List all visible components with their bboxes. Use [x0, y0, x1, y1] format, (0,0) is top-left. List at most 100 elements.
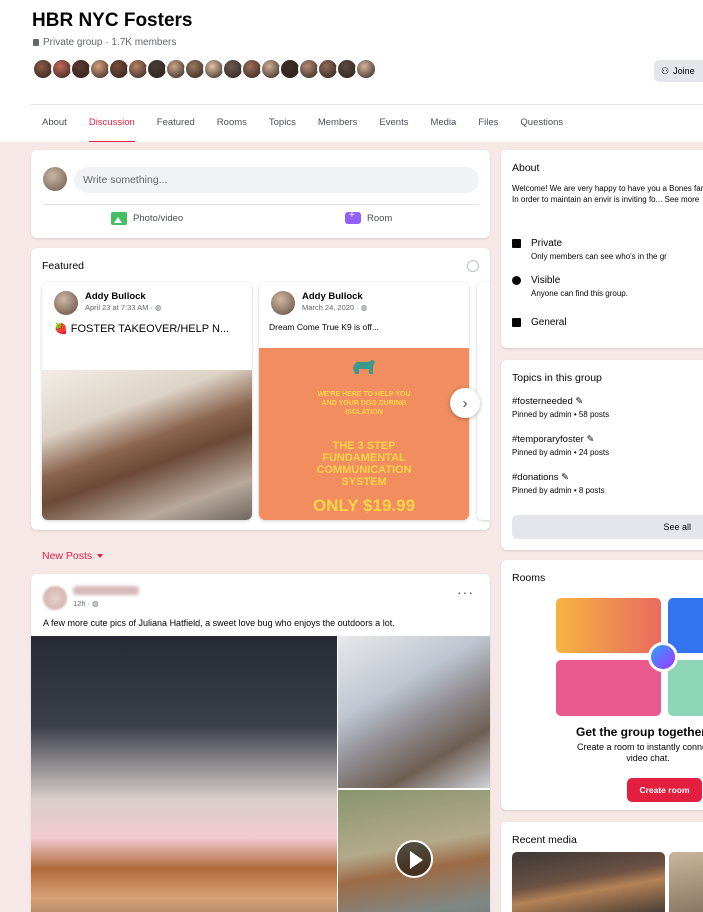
- group-title[interactable]: HBR NYC Fosters: [32, 10, 192, 32]
- post-video[interactable]: [338, 790, 490, 912]
- tab-members[interactable]: Members: [318, 105, 358, 143]
- promo-line: ISOLATION: [345, 409, 383, 416]
- lock-icon: [33, 39, 39, 46]
- new-posts-dropdown[interactable]: New Posts: [42, 550, 104, 562]
- promo-line: WE'RE HERE TO HELP YOU: [317, 391, 411, 398]
- general-title: General: [531, 317, 567, 328]
- more-options-button[interactable]: ···: [457, 584, 474, 600]
- tab-questions[interactable]: Questions: [520, 105, 563, 143]
- promo-image[interactable]: WE'RE HERE TO HELP YOU AND YOUR DOG DURI…: [259, 348, 469, 520]
- eye-icon: [512, 276, 521, 285]
- rooms-headline: Get the group together c: [575, 725, 703, 739]
- media-thumbnail[interactable]: [669, 852, 703, 912]
- featured-card[interactable]: Addy Bullock March 24, 2020 · ◍ Dream Co…: [259, 282, 469, 520]
- messenger-icon: [648, 642, 678, 672]
- content-area: Write something... Photo/video Room Feat…: [0, 142, 703, 912]
- tab-files[interactable]: Files: [478, 105, 498, 143]
- about-card: About Welcome! We are very happy to have…: [501, 150, 703, 348]
- topic-meta: Pinned by admin • 58 posts: [512, 410, 610, 419]
- promo-line: SYSTEM: [341, 476, 387, 488]
- visibility-row: Visible Anyone can find this group.: [512, 275, 628, 298]
- tab-events[interactable]: Events: [379, 105, 408, 143]
- member-avatars[interactable]: [32, 58, 377, 80]
- avatar[interactable]: [54, 291, 78, 315]
- promo-line: THE 3 STEP: [332, 440, 396, 452]
- post-photo[interactable]: [338, 636, 490, 788]
- group-icon: [512, 318, 521, 327]
- tab-rooms[interactable]: Rooms: [217, 105, 247, 143]
- featured-text: 🍓 FOSTER TAKEOVER/HELP N...: [54, 323, 230, 335]
- privacy-sub: Only members can see who's in the gr: [531, 252, 667, 261]
- topic-name[interactable]: #temporaryfoster ✎: [512, 434, 609, 445]
- author-name[interactable]: Addy Bullock: [302, 291, 363, 302]
- divider: [43, 204, 479, 205]
- room-button[interactable]: Room: [345, 210, 393, 224]
- photo-video-button[interactable]: Photo/video: [111, 212, 183, 225]
- recent-media-title: Recent media: [512, 834, 577, 846]
- media-thumbnail[interactable]: [512, 852, 665, 912]
- author-name[interactable]: Addy Bullock: [85, 291, 146, 302]
- tab-media[interactable]: Media: [430, 105, 456, 143]
- rooms-illustration: [556, 598, 703, 716]
- group-header: HBR NYC Fosters Private group · 1.7K mem…: [0, 0, 703, 143]
- dog-photo[interactable]: [42, 370, 252, 520]
- topic-meta: Pinned by admin • 24 posts: [512, 448, 610, 457]
- post-time[interactable]: 12h · ◍: [73, 599, 99, 608]
- create-room-button[interactable]: Create room: [627, 778, 702, 802]
- post-photo[interactable]: [31, 636, 337, 912]
- privacy-row: Private Only members can see who's in th…: [512, 238, 667, 261]
- general-row: General: [512, 317, 567, 328]
- rooms-card: Rooms Get the group together c Create a …: [501, 560, 703, 810]
- write-something-input[interactable]: Write something...: [74, 167, 479, 193]
- dog-icon: [353, 360, 375, 374]
- caret-down-icon: [97, 554, 104, 558]
- chevron-right-icon: ›: [462, 394, 468, 412]
- play-icon[interactable]: [395, 840, 433, 878]
- avatar[interactable]: [43, 586, 67, 610]
- post-card: 12h · ◍ ··· A few more cute pics of Juli…: [31, 574, 490, 912]
- new-posts-label: New Posts: [42, 550, 93, 562]
- promo-line: COMMUNICATION: [316, 464, 412, 476]
- topic-name[interactable]: #donations ✎: [512, 472, 605, 483]
- member-avatar[interactable]: [355, 58, 377, 80]
- featured-section: Featured Addy Bullock April 23 at 7:33 A…: [31, 248, 490, 530]
- clock-icon[interactable]: [467, 260, 479, 272]
- post-date[interactable]: March 24, 2020 · ◍: [302, 303, 367, 312]
- topic-item[interactable]: #temporaryfoster ✎ Pinned by admin • 24 …: [512, 434, 609, 457]
- illustration-tile: [668, 660, 703, 716]
- see-all-button[interactable]: See all: [512, 515, 703, 539]
- rooms-title: Rooms: [512, 572, 546, 584]
- tab-about[interactable]: About: [42, 105, 67, 143]
- post-composer: Write something... Photo/video Room: [31, 150, 490, 238]
- featured-text: Dream Come True K9 is off...: [269, 322, 379, 332]
- illustration-tile: [668, 598, 703, 653]
- tab-featured[interactable]: Featured: [157, 105, 195, 143]
- topic-item[interactable]: #donations ✎ Pinned by admin • 8 posts: [512, 472, 605, 495]
- joined-button[interactable]: ⚇ Joine: [654, 60, 703, 82]
- topic-item[interactable]: #fosterneeded ✎ Pinned by admin • 58 pos…: [512, 396, 609, 419]
- promo-line: AND YOUR DOG DURING: [321, 400, 407, 407]
- privacy-title: Private: [531, 238, 563, 249]
- room-label: Room: [367, 212, 393, 224]
- joined-label: Joine: [673, 66, 695, 76]
- illustration-tile: [556, 660, 661, 716]
- topics-card: Topics in this group #fosterneeded ✎ Pin…: [501, 360, 703, 550]
- promo-headline: THE 3 STEP FUNDAMENTAL COMMUNICATION SYS…: [259, 440, 469, 488]
- topic-name[interactable]: #fosterneeded ✎: [512, 396, 609, 407]
- rooms-sub-line: video chat.: [626, 753, 670, 763]
- avatar[interactable]: [271, 291, 295, 315]
- tab-discussion[interactable]: Discussion: [88, 105, 135, 143]
- next-arrow-button[interactable]: ›: [450, 388, 480, 418]
- featured-card[interactable]: Addy Bullock April 23 at 7:33 AM · ◍ 🍓 F…: [42, 282, 252, 520]
- about-description[interactable]: Welcome! We are very happy to have you a…: [512, 183, 703, 205]
- photo-video-label: Photo/video: [133, 213, 184, 224]
- visibility-title: Visible: [531, 275, 561, 286]
- avatar[interactable]: [43, 167, 67, 191]
- author-name-blurred[interactable]: [73, 586, 139, 595]
- tab-topics[interactable]: Topics: [269, 105, 296, 143]
- post-date[interactable]: April 23 at 7:33 AM · ◍: [85, 303, 162, 312]
- group-tabs: About Discussion Featured Rooms Topics Member…: [30, 104, 703, 143]
- promo-text: WE'RE HERE TO HELP YOU AND YOUR DOG DURI…: [259, 390, 469, 417]
- recent-media-card: Recent media: [501, 822, 703, 912]
- topic-meta: Pinned by admin • 8 posts: [512, 486, 605, 495]
